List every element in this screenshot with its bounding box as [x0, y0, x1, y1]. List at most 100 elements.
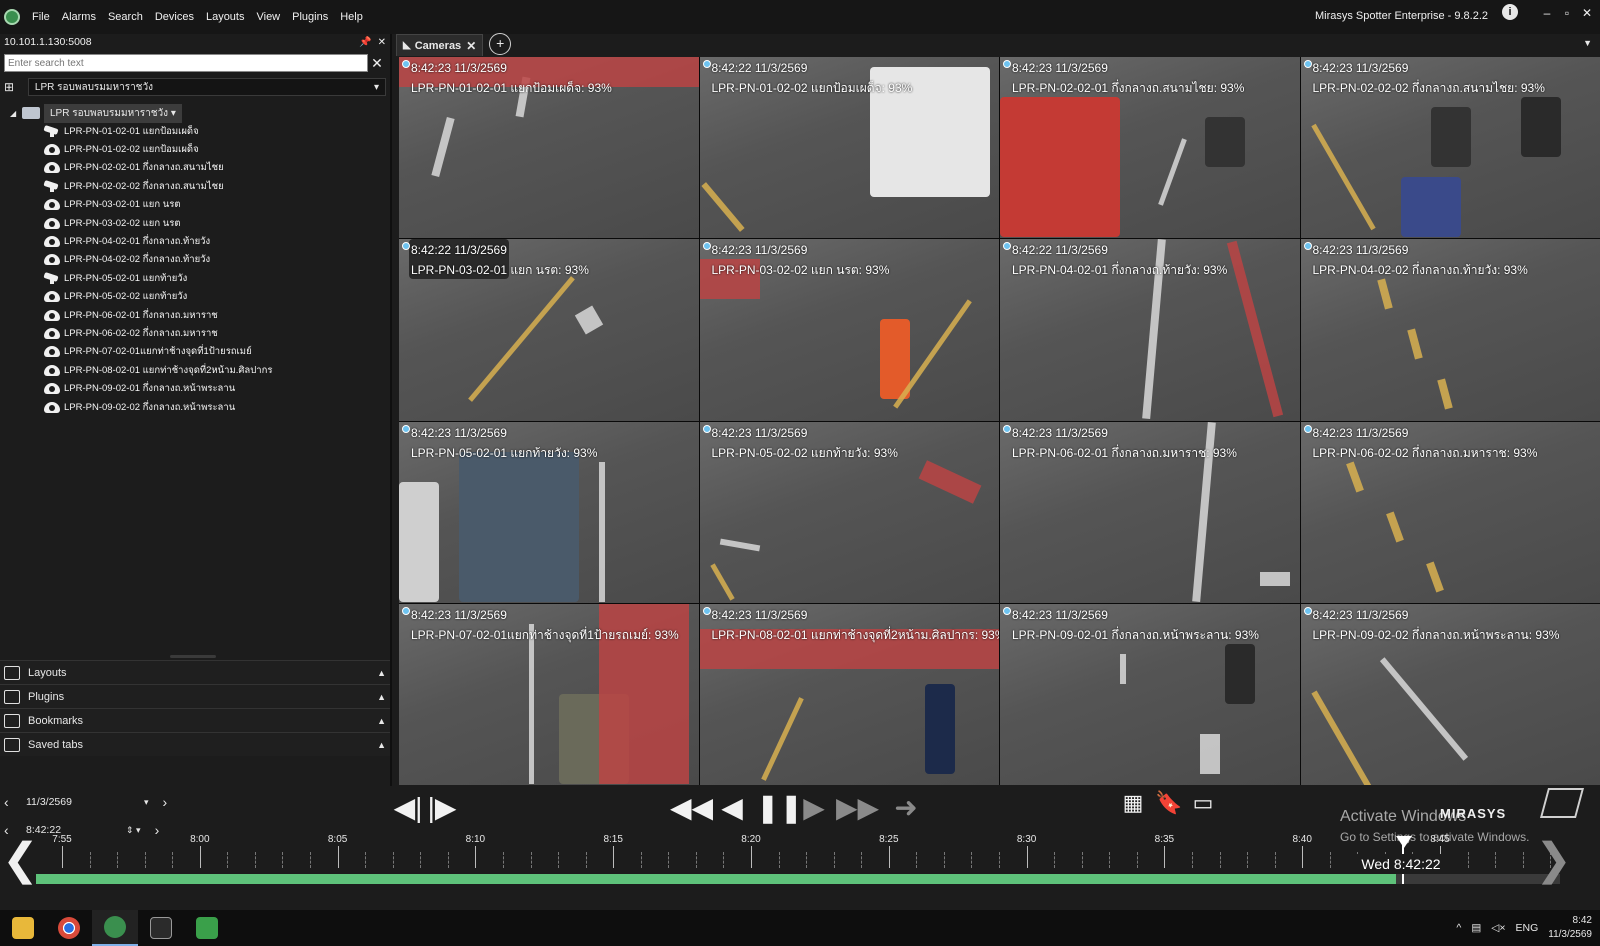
info-icon[interactable]: i	[1502, 4, 1518, 20]
camera-tree-item[interactable]: LPR-PN-05-02-02 แยกท้ายวัง	[10, 288, 390, 306]
menu-view[interactable]: View	[256, 11, 280, 23]
video-tile[interactable]: 8:42:22 11/3/2569 LPR-PN-01-02-02 แยกป้อม…	[699, 57, 999, 239]
video-tile[interactable]: 8:42:23 11/3/2569 LPR-PN-08-02-01 แยกท่าช…	[699, 603, 999, 785]
playback-controls: ‹ 11/3/2569 ▾ › ‹ 8:42:22 ⇕ ▾ › ◀| |▶ ◀◀…	[0, 786, 1600, 910]
add-tab-button[interactable]: +	[489, 33, 512, 55]
menu-file[interactable]: File	[32, 11, 50, 23]
camera-tree-item[interactable]: LPR-PN-07-02-01แยกท่าช้างจุดที่1ป้ายรถเม…	[10, 343, 390, 361]
camera-tree-item[interactable]: LPR-PN-06-02-02 กึ่งกลางถ.มหาราช	[10, 324, 390, 342]
tile-camera-name: LPR-PN-06-02-02 กึ่งกลางถ.มหาราช: 93%	[1312, 445, 1538, 460]
play-icon[interactable]: ▶	[798, 792, 830, 824]
camera-tree-item[interactable]: LPR-PN-06-02-01 กึ่งกลางถ.มหาราช	[10, 306, 390, 324]
video-tile[interactable]: 8:42:23 11/3/2569 LPR-PN-07-02-01แยกท่าช้…	[399, 603, 699, 785]
date-dropdown-icon[interactable]: ▾	[144, 797, 149, 808]
camera-tree-item[interactable]: LPR-PN-03-02-01 แยก นรต	[10, 196, 390, 214]
panel-close-icon[interactable]: ✕	[378, 37, 386, 48]
menu-plugins[interactable]: Plugins	[292, 11, 328, 23]
spotter-taskbar[interactable]	[92, 910, 138, 946]
video-tile[interactable]: 8:42:22 11/3/2569 LPR-PN-04-02-01 กึ่งกลา…	[1000, 239, 1300, 421]
camera-tree-item[interactable]: LPR-PN-01-02-02 แยกป้อมเผด็จ	[10, 140, 390, 158]
single-view-icon[interactable]: ▭	[1190, 790, 1216, 816]
app-taskbar[interactable]	[184, 910, 230, 946]
volume-icon[interactable]: ◁×	[1491, 922, 1505, 934]
camera-tree-item[interactable]: LPR-PN-04-02-01 กึ่งกลางถ.ท้ายวัง	[10, 232, 390, 250]
video-tile[interactable]: 8:42:23 11/3/2569 LPR-PN-09-02-01 กึ่งกลา…	[1000, 603, 1300, 785]
camera-tree-item[interactable]: LPR-PN-08-02-01 แยกท่าช้างจุดที่2หน้าม.ศ…	[10, 361, 390, 379]
panel-splitter[interactable]	[170, 655, 216, 658]
search-input[interactable]	[4, 54, 369, 72]
terminal-taskbar[interactable]	[138, 910, 184, 946]
timeline-tick-label: 8:20	[741, 834, 761, 845]
time-spinner-icon[interactable]: ⇕ ▾	[126, 825, 141, 836]
timeline-scroll-left-icon[interactable]: ❮	[2, 838, 39, 882]
language-indicator[interactable]: ENG	[1515, 922, 1538, 934]
camera-tree-item[interactable]: LPR-PN-09-02-01 กึ่งกลางถ.หน้าพระลาน	[10, 379, 390, 397]
camera-tree: ◢ LPR รอบพลบรมมหาราชวัง ▾ LPR-PN-01-02-0…	[0, 103, 390, 416]
video-tile[interactable]: 8:42:23 11/3/2569 LPR-PN-03-02-02 แยก นรต…	[699, 239, 999, 421]
date-value[interactable]: 11/3/2569	[16, 796, 136, 808]
video-tile[interactable]: 8:42:23 11/3/2569 LPR-PN-02-02-02 กึ่งกลา…	[1300, 57, 1600, 239]
network-icon[interactable]: ▤	[1471, 922, 1481, 934]
playhead-marker-icon[interactable]	[1396, 836, 1412, 848]
video-tile[interactable]: 8:42:22 11/3/2569 LPR-PN-03-02-01 แยก นรต…	[399, 239, 699, 421]
prev-date-icon[interactable]: ‹	[4, 794, 16, 810]
camera-list: LPR-PN-01-02-01 แยกป้อมเผด็จ LPR-PN-01-02…	[10, 122, 390, 416]
play-reverse-icon[interactable]: ◀	[716, 792, 748, 824]
tab-overflow-icon[interactable]: ▼	[1583, 38, 1592, 48]
menu-help[interactable]: Help	[340, 11, 363, 23]
scene-shape	[1379, 657, 1468, 761]
grid-layout-icon[interactable]: ▦	[1120, 790, 1146, 816]
next-date-icon[interactable]: ›	[163, 794, 175, 810]
camera-tree-item[interactable]: LPR-PN-04-02-02 กึ่งกลางถ.ท้ายวัง	[10, 251, 390, 269]
menu-devices[interactable]: Devices	[155, 11, 194, 23]
timeline-minor-tick	[254, 852, 256, 868]
menu-search[interactable]: Search	[108, 11, 143, 23]
clock[interactable]: 8:42 11/3/2569	[1548, 914, 1592, 942]
go-live-icon[interactable]: ➜	[888, 792, 924, 824]
camera-tree-item[interactable]: LPR-PN-03-02-02 แยก นรต	[10, 214, 390, 232]
camera-tree-item[interactable]: LPR-PN-01-02-01 แยกป้อมเผด็จ	[10, 122, 390, 140]
video-tile[interactable]: 8:42:23 11/3/2569 LPR-PN-04-02-02 กึ่งกลา…	[1300, 239, 1600, 421]
camera-tree-item[interactable]: LPR-PN-02-02-01 กึ่งกลางถ.สนามไชย	[10, 159, 390, 177]
camera-tree-item[interactable]: LPR-PN-02-02-02 กึ่งกลางถ.สนามไชย	[10, 177, 390, 195]
menu-layouts[interactable]: Layouts	[206, 11, 245, 23]
camera-tree-item[interactable]: LPR-PN-05-02-01 แยกท้ายวัง	[10, 269, 390, 287]
tab-close-icon[interactable]: ✕	[466, 39, 476, 53]
search-clear-icon[interactable]: ✕	[368, 55, 386, 72]
close-button[interactable]: ✕	[1580, 6, 1594, 20]
timeline-scroll-right-icon[interactable]: ❯	[1535, 838, 1572, 882]
section-plugins[interactable]: Plugins ▲	[0, 684, 390, 708]
tree-view-icon[interactable]: ⊞	[4, 80, 20, 94]
video-tile[interactable]: 8:42:23 11/3/2569 LPR-PN-06-02-01 กึ่งกลา…	[1000, 421, 1300, 603]
tray-expand-icon[interactable]: ^	[1456, 922, 1461, 934]
menu-alarms[interactable]: Alarms	[62, 11, 96, 23]
group-select[interactable]: LPR รอบพลบรมมหาราชวัง ▾	[27, 78, 386, 96]
section-layouts[interactable]: Layouts ▲	[0, 660, 390, 684]
video-tile[interactable]: 8:42:23 11/3/2569 LPR-PN-06-02-02 กึ่งกลา…	[1300, 421, 1600, 603]
section-saved-tabs[interactable]: Saved tabs ▲	[0, 732, 390, 756]
chrome-taskbar[interactable]	[46, 910, 92, 946]
file-explorer-taskbar[interactable]	[0, 910, 46, 946]
fast-forward-icon[interactable]: ▶▶	[836, 792, 879, 824]
timeline-major-tick	[62, 846, 63, 868]
tree-root-node[interactable]: ◢ LPR รอบพลบรมมหาราชวัง ▾	[10, 103, 390, 123]
recorded-segment	[36, 874, 1396, 884]
video-tile[interactable]: 8:42:23 11/3/2569 LPR-PN-02-02-01 กึ่งกลา…	[1000, 57, 1300, 239]
video-tile[interactable]: 8:42:23 11/3/2569 LPR-PN-09-02-02 กึ่งกลา…	[1300, 603, 1600, 785]
step-back-icon[interactable]: ◀|	[392, 792, 424, 824]
minimize-button[interactable]: –	[1540, 6, 1554, 20]
camera-tree-item[interactable]: LPR-PN-09-02-02 กึ่งกลางถ.หน้าพระลาน	[10, 398, 390, 416]
timeline[interactable]: 7:55 8:00 8:05 8:10 8:15 8:20 8:25 8:30 8:35 8:40…	[36, 834, 1560, 884]
section-bookmarks[interactable]: Bookmarks ▲	[0, 708, 390, 732]
step-forward-icon[interactable]: |▶	[426, 792, 458, 824]
collapse-arrow-icon[interactable]: ◢	[10, 109, 22, 118]
maximize-button[interactable]: ▫	[1560, 6, 1574, 20]
video-tile[interactable]: 8:42:23 11/3/2569 LPR-PN-01-02-01 แยกป้อม…	[399, 57, 699, 239]
pin-icon[interactable]: 📌	[359, 37, 371, 48]
tab-cameras[interactable]: ◣ Cameras ✕	[396, 34, 484, 56]
fast-rewind-icon[interactable]: ◀◀	[670, 792, 713, 824]
pause-icon[interactable]: ❚❚	[756, 792, 803, 824]
video-tile[interactable]: 8:42:23 11/3/2569 LPR-PN-05-02-02 แยกท้าย…	[699, 421, 999, 603]
bookmark-icon[interactable]: 🔖	[1155, 790, 1182, 816]
video-tile[interactable]: 8:42:23 11/3/2569 LPR-PN-05-02-01 แยกท้าย…	[399, 421, 699, 603]
